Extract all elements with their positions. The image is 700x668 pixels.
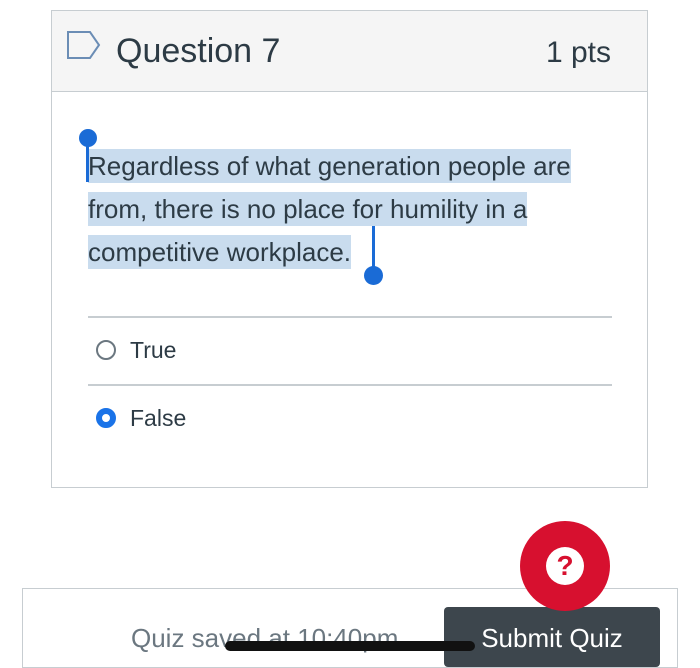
answer-label-false: False xyxy=(130,404,187,431)
answer-divider xyxy=(88,384,612,386)
submit-quiz-button[interactable]: Submit Quiz xyxy=(444,607,660,667)
question-text-selection: Regardless of what generation people are… xyxy=(88,149,571,269)
question-points: 1 pts xyxy=(545,36,611,69)
selection-end-handle[interactable] xyxy=(372,226,375,270)
selection-start-handle-knob[interactable] xyxy=(79,129,97,147)
question-text-block: Regardless of what generation people are… xyxy=(88,145,612,274)
radio-false[interactable] xyxy=(96,408,116,428)
question-header: Question 7 1 pts xyxy=(52,11,647,92)
help-icon: ? xyxy=(546,547,584,585)
radio-true[interactable] xyxy=(96,340,116,360)
flag-icon[interactable] xyxy=(66,29,102,61)
answer-label-true: True xyxy=(130,336,177,363)
selection-end-handle-knob[interactable] xyxy=(364,266,383,285)
question-title: Question 7 xyxy=(116,32,281,70)
question-text: Regardless of what generation people are… xyxy=(88,145,612,274)
answer-option-true[interactable]: True xyxy=(96,330,176,370)
help-button[interactable]: ? xyxy=(520,521,610,611)
answer-divider xyxy=(88,316,612,318)
answer-option-false[interactable]: False xyxy=(96,398,186,438)
home-indicator[interactable] xyxy=(225,641,475,651)
